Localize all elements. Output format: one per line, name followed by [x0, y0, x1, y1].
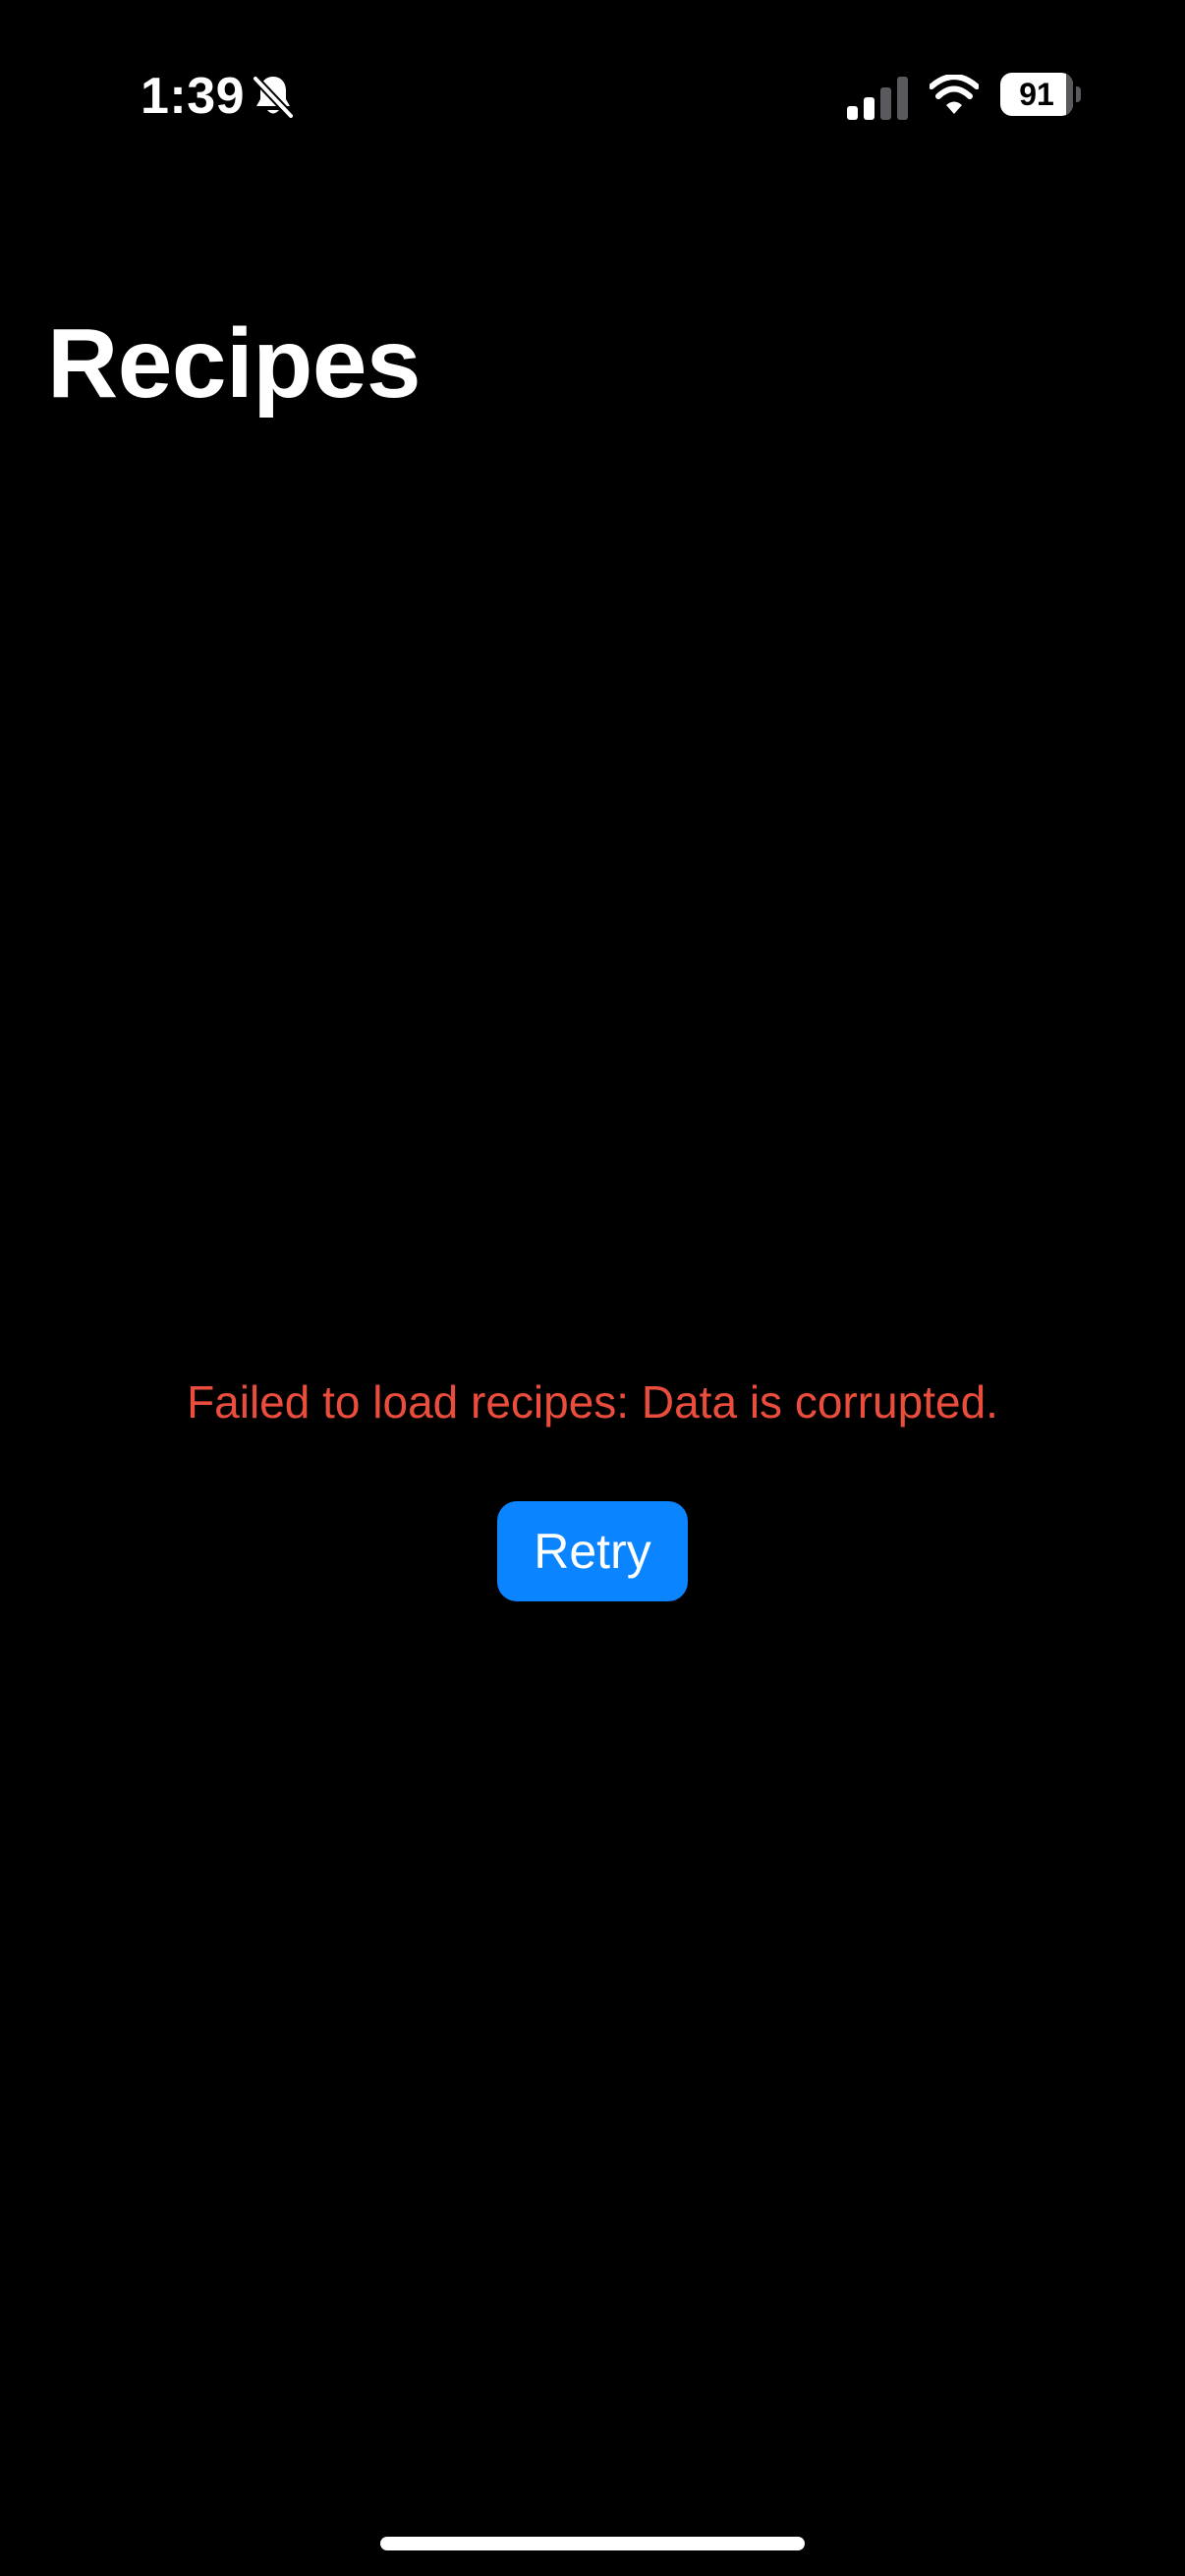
error-message: Failed to load recipes: Data is corrupte…: [187, 1376, 998, 1428]
retry-button[interactable]: Retry: [497, 1501, 688, 1601]
status-bar: 1:39 91: [0, 0, 1185, 187]
wifi-icon: [930, 75, 979, 114]
page-title: Recipes: [47, 308, 422, 419]
bell-slash-icon: [252, 75, 295, 120]
battery-level: 91: [1019, 77, 1054, 112]
status-time: 1:39: [141, 68, 246, 125]
battery-icon: 91: [1000, 73, 1081, 116]
home-indicator[interactable]: [380, 2537, 805, 2550]
cellular-signal-icon: [847, 77, 908, 120]
